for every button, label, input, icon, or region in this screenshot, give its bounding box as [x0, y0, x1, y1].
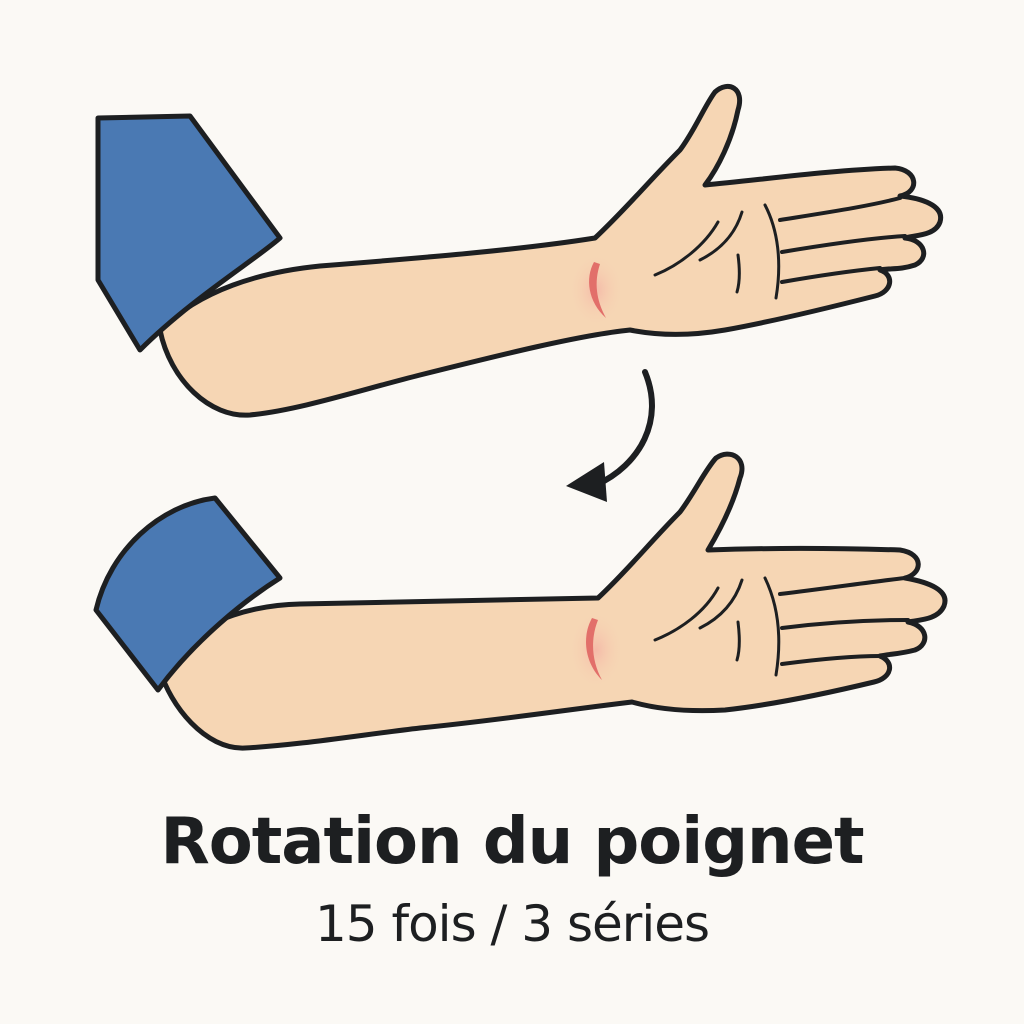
exercise-illustration — [93, 84, 948, 751]
exercise-repetitions: 15 fois / 3 séries — [314, 895, 710, 953]
exercise-title: Rotation du poignet — [160, 805, 864, 879]
bottom-arm — [93, 451, 948, 751]
bottom-arm-skin — [157, 451, 948, 751]
exercise-card: Rotation du poignet 15 fois / 3 séries — [0, 0, 1024, 1024]
curved-arrow-down-left-icon — [566, 369, 655, 502]
top-arm — [95, 84, 944, 418]
top-arm-skin — [157, 84, 944, 418]
